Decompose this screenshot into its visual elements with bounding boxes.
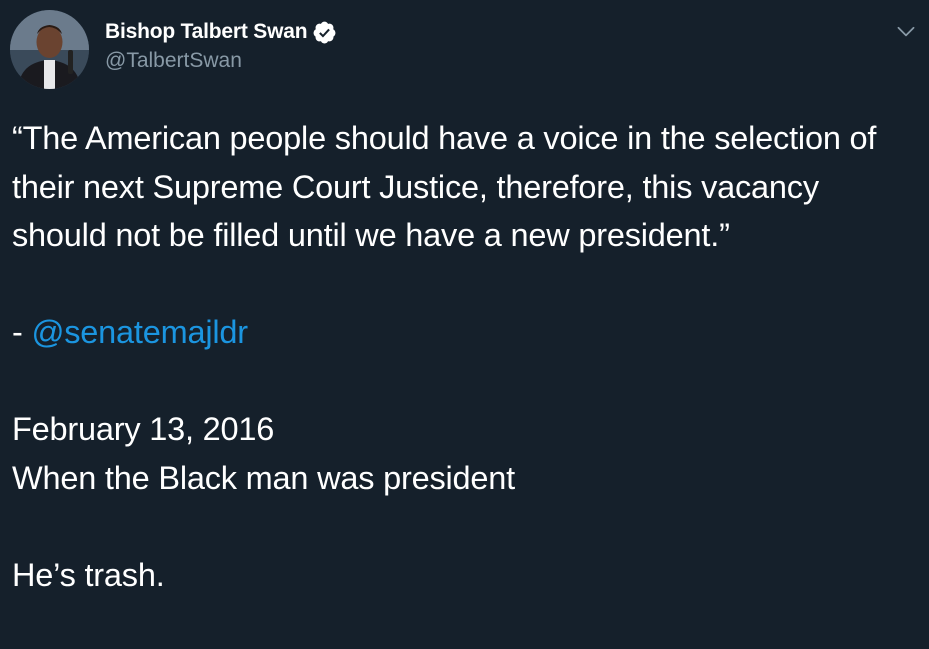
tweet-card: Bishop Talbert Swan @TalbertSwan “The Am… — [0, 0, 929, 649]
verified-badge-icon — [312, 20, 337, 45]
tweet-body: “The American people should have a voice… — [12, 114, 917, 599]
tweet-comment-line: When the Black man was president — [12, 459, 516, 496]
tweet-attribution: - @senatemajldr — [12, 308, 917, 357]
chevron-down-icon[interactable] — [893, 18, 919, 44]
tweet-closing-line: He’s trash. — [12, 556, 165, 593]
author-name-row: Bishop Talbert Swan — [105, 18, 337, 46]
attribution-prefix: - — [12, 314, 32, 350]
tweet-date-line: February 13, 2016 — [12, 411, 275, 447]
avatar[interactable] — [10, 10, 89, 89]
mention-link[interactable]: @senatemajldr — [31, 314, 248, 350]
avatar-image — [10, 10, 89, 89]
author-display-name[interactable]: Bishop Talbert Swan — [105, 20, 308, 44]
author-handle[interactable]: @TalbertSwan — [105, 49, 337, 73]
tweet-quote: “The American people should have a voice… — [12, 120, 877, 253]
author-block: Bishop Talbert Swan @TalbertSwan — [105, 18, 337, 73]
